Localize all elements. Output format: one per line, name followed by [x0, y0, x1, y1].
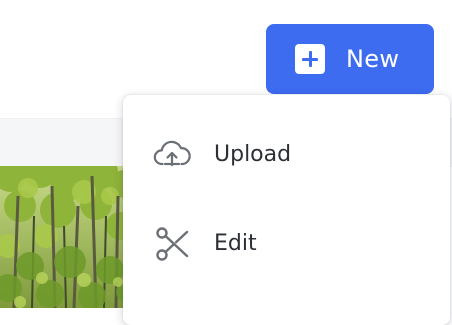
new-dropdown-menu: Upload Edit — [123, 95, 450, 325]
scissors-icon — [153, 226, 191, 262]
plus-square-icon — [295, 44, 325, 74]
menu-item-edit-label: Edit — [214, 231, 257, 256]
new-button[interactable]: New — [266, 24, 434, 94]
forest-photo-thumbnail[interactable] — [0, 166, 130, 308]
cloud-upload-icon — [153, 137, 191, 173]
menu-item-upload[interactable]: Upload — [123, 125, 450, 185]
new-button-label: New — [346, 45, 400, 73]
menu-item-upload-label: Upload — [214, 142, 292, 167]
menu-item-edit[interactable]: Edit — [123, 214, 450, 274]
